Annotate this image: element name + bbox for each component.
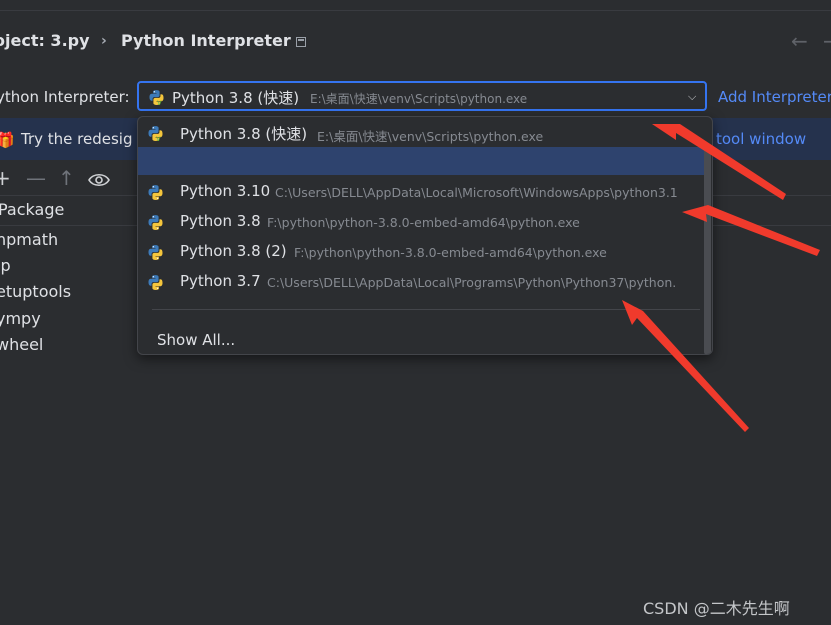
package-row[interactable]: ip: [0, 256, 11, 275]
interpreter-dropdown: v Python 3.8 (快速) E:\桌面\快速\venv\Scripts\…: [137, 116, 713, 355]
python-venv-icon: v: [148, 89, 165, 106]
interpreter-combobox[interactable]: v Python 3.8 (快速) E:\桌面\快速\venv\Scripts\…: [137, 81, 707, 111]
interpreter-option[interactable]: Python 3.8 (2) F:\python\python-3.8.0-em…: [138, 237, 704, 267]
svg-text:v: v: [156, 134, 161, 142]
python-icon: [147, 244, 164, 261]
interpreter-option-name: Python 3.10: [180, 182, 271, 200]
interpreter-option-name: Python 3.8 (快速): [180, 125, 308, 143]
interpreter-option-path: F:\python\python-3.8.0-embed-amd64\pytho…: [294, 245, 607, 260]
upgrade-package-icon[interactable]: ↑: [58, 166, 75, 190]
back-arrow-icon[interactable]: ←: [791, 29, 808, 53]
top-divider: [0, 10, 831, 11]
package-row[interactable]: npmath: [0, 230, 58, 249]
pin-icon[interactable]: [296, 37, 306, 47]
interpreter-option-path: C:\Users\DELL\AppData\Local\Microsoft\Wi…: [275, 185, 678, 200]
package-row[interactable]: ympy: [0, 309, 41, 328]
highlighted-option[interactable]: [138, 147, 704, 175]
interpreter-option-name: Python 3.8: [180, 212, 261, 230]
dropdown-separator: [152, 309, 700, 310]
selected-interpreter-path: E:\桌面\快速\venv\Scripts\python.exe: [310, 92, 528, 106]
interpreter-option[interactable]: Python 3.8 F:\python\python-3.8.0-embed-…: [138, 207, 704, 237]
selected-interpreter-name: Python 3.8 (快速): [172, 89, 300, 107]
interpreter-option-path: E:\桌面\快速\venv\Scripts\python.exe: [317, 129, 544, 144]
add-package-icon[interactable]: +: [0, 166, 11, 190]
page-title: Python Interpreter: [121, 31, 291, 50]
interpreter-option-name: Python 3.7: [180, 272, 261, 290]
interpreter-option-path: F:\python\python-3.8.0-embed-amd64\pytho…: [267, 215, 580, 230]
interpreter-label: ython Interpreter:: [0, 88, 130, 106]
python-icon: [147, 214, 164, 231]
eye-icon[interactable]: [88, 169, 110, 193]
watermark: CSDN @二木先生啊: [643, 599, 790, 618]
show-all-option[interactable]: Show All...: [157, 331, 235, 349]
package-column-header[interactable]: Package: [0, 200, 64, 219]
forward-arrow-icon[interactable]: →: [823, 29, 831, 53]
python-icon: [147, 184, 164, 201]
dropdown-scrollbar[interactable]: [704, 147, 711, 354]
package-row[interactable]: wheel: [0, 335, 43, 354]
breadcrumb-separator: ›: [101, 33, 107, 49]
chevron-down-icon[interactable]: ⌵: [688, 90, 696, 104]
add-interpreter-link[interactable]: Add Interpreter: [718, 87, 831, 107]
interpreter-option-name: Python 3.8 (2): [180, 242, 287, 260]
gift-icon: 🎁: [0, 131, 15, 149]
svg-text:v: v: [157, 98, 162, 106]
banner-text: Try the redesig: [21, 130, 133, 148]
python-venv-icon: v: [147, 125, 164, 142]
interpreter-option-path: C:\Users\DELL\AppData\Local\Programs\Pyt…: [267, 275, 677, 290]
breadcrumb-project[interactable]: oject: 3.py: [0, 30, 90, 52]
tool-window-link[interactable]: tool window: [716, 130, 806, 148]
python-icon: [147, 274, 164, 291]
interpreter-option[interactable]: Python 3.10 C:\Users\DELL\AppData\Local\…: [138, 177, 704, 207]
package-row[interactable]: etuptools: [0, 282, 71, 301]
remove-package-icon[interactable]: —: [26, 166, 46, 190]
interpreter-option[interactable]: Python 3.7 C:\Users\DELL\AppData\Local\P…: [138, 267, 704, 297]
interpreter-option[interactable]: v Python 3.8 (快速) E:\桌面\快速\venv\Scripts\…: [138, 118, 704, 148]
